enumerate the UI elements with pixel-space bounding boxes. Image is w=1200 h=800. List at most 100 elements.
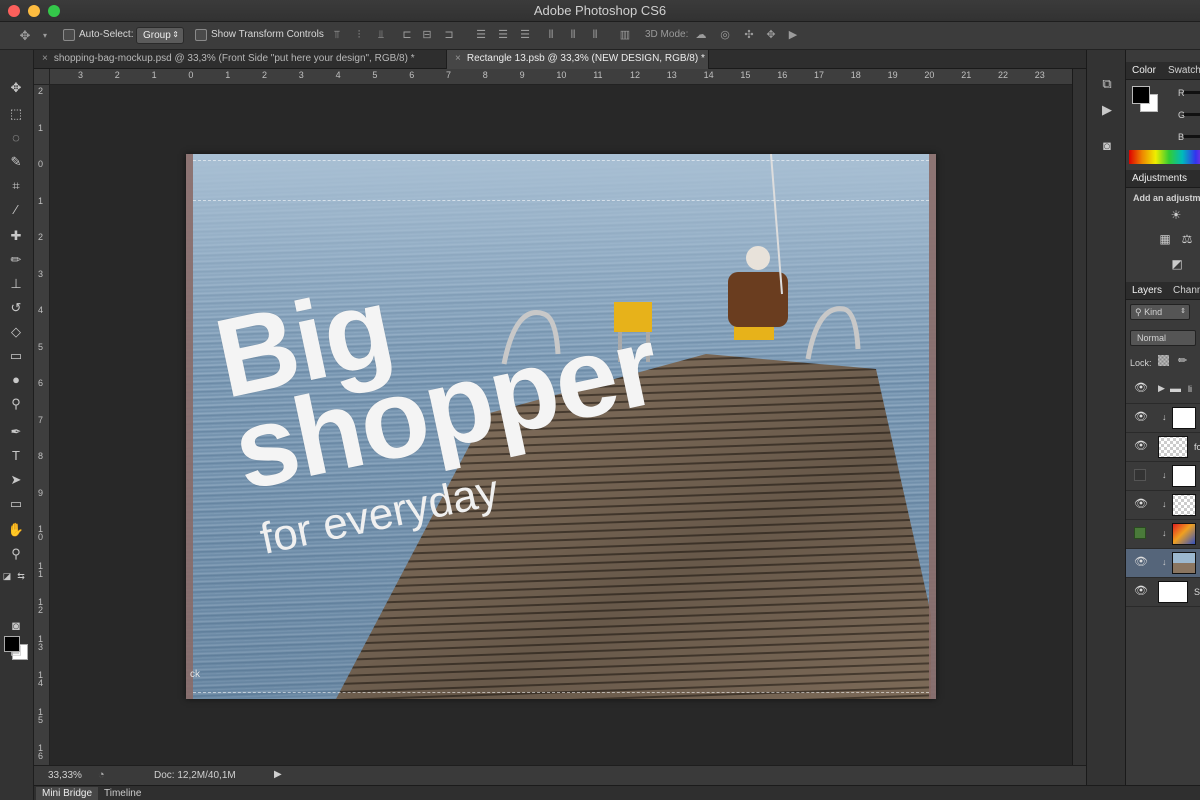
path-selection-tool-icon[interactable]: ➤	[5, 470, 27, 490]
distribute-right-icon[interactable]: ⦀	[588, 28, 602, 43]
zoom-level[interactable]: 33,33%	[48, 770, 82, 781]
red-slider[interactable]	[1184, 91, 1200, 94]
marquee-tool-icon[interactable]: ⬚	[5, 104, 27, 124]
close-tab-icon[interactable]: ×	[455, 53, 461, 64]
align-horizontal-centers-icon[interactable]: ⊟	[420, 28, 434, 43]
tab-color[interactable]: Color	[1132, 65, 1156, 76]
eraser-tool-icon[interactable]: ◇	[5, 322, 27, 342]
status-info-icon[interactable]: ◔	[98, 769, 105, 781]
distribute-left-icon[interactable]: ⦀	[544, 28, 558, 43]
layer-filter-kind-select[interactable]: ⚲ Kind ⇕	[1130, 304, 1190, 320]
default-colors-icon[interactable]: ◪	[2, 566, 12, 586]
distribute-horizontal-icon[interactable]: ⦀	[566, 28, 580, 43]
ruler-origin[interactable]	[34, 69, 50, 85]
distribute-centers-icon[interactable]: ☰	[496, 28, 510, 43]
roll-3d-icon[interactable]: ◎	[718, 28, 732, 43]
color-spectrum-ramp[interactable]	[1129, 150, 1200, 164]
slide-3d-icon[interactable]: ✥	[764, 28, 778, 43]
vertical-scrollbar[interactable]	[1072, 69, 1086, 765]
blue-slider[interactable]	[1184, 135, 1200, 138]
quick-mask-icon[interactable]: ◙	[5, 616, 27, 636]
tab-rectangle-13[interactable]: × Rectangle 13.psb @ 33,3% (NEW DESIGN, R…	[447, 50, 709, 69]
color-balance-icon[interactable]: ⚖	[1180, 232, 1194, 246]
layer-row[interactable]: 👁 S	[1126, 578, 1200, 607]
lock-image-pixels-icon[interactable]: ✏	[1178, 354, 1187, 367]
foreground-color-swatch[interactable]	[4, 636, 20, 652]
visibility-toggle-off[interactable]	[1134, 469, 1146, 481]
move-tool-icon[interactable]: ✥	[5, 78, 27, 98]
history-brush-tool-icon[interactable]: ↺	[5, 298, 27, 318]
tab-timeline[interactable]: Timeline	[98, 787, 147, 800]
vertical-ruler[interactable]: 2101234567891 01 11 21 31 41 51 6	[34, 85, 50, 765]
horizontal-ruler[interactable]: 3 2 1 0 1 2 3 4 5 6 7 8 9 10 11 12 13 14 15 16 17 18 19 20 21 22 2…	[50, 69, 1072, 85]
group-expand-arrow-icon[interactable]: ▶	[1158, 383, 1165, 394]
auto-align-layers-icon[interactable]: ▥	[618, 28, 632, 43]
tool-preset-dropdown-icon[interactable]: ▾	[38, 28, 52, 43]
tab-mini-bridge[interactable]: Mini Bridge	[36, 787, 99, 800]
auto-select-target-select[interactable]: Group ⇕	[136, 27, 184, 44]
tab-layers[interactable]: Layers	[1132, 285, 1162, 296]
align-left-edges-icon[interactable]: ⊏	[400, 28, 414, 43]
move-tool-icon[interactable]: ✥	[18, 28, 32, 43]
auto-select-checkbox[interactable]	[63, 29, 75, 41]
visibility-toggle-highlighted[interactable]	[1134, 527, 1146, 539]
align-vertical-centers-icon[interactable]: ⫶	[352, 28, 366, 43]
zoom-tool-icon[interactable]: ⚲	[5, 544, 27, 564]
visibility-eye-icon[interactable]: 👁	[1134, 382, 1148, 394]
green-slider[interactable]	[1184, 113, 1200, 116]
lasso-tool-icon[interactable]: ◌	[5, 128, 27, 148]
hand-tool-icon[interactable]: ✋	[5, 520, 27, 540]
layer-row[interactable]: ↓	[1126, 520, 1200, 549]
distribute-top-icon[interactable]: ☰	[474, 28, 488, 43]
swap-colors-icon[interactable]: ⇆	[16, 566, 26, 586]
align-top-edges-icon[interactable]: ⫪	[330, 28, 344, 43]
photo-filter-icon[interactable]: ◩	[1170, 257, 1184, 271]
close-tab-icon[interactable]: ×	[42, 53, 48, 64]
align-bottom-edges-icon[interactable]: ⫫	[374, 28, 388, 43]
shape-tool-icon[interactable]: ▭	[5, 494, 27, 514]
clone-stamp-tool-icon[interactable]: ⊥	[5, 274, 27, 294]
layer-row[interactable]: ↓	[1126, 462, 1200, 491]
brush-tool-icon[interactable]: ✏	[5, 250, 27, 270]
visibility-eye-icon[interactable]: 👁	[1134, 585, 1148, 597]
tab-channels[interactable]: Channels	[1173, 285, 1200, 296]
gradient-tool-icon[interactable]: ▭	[5, 346, 27, 366]
show-transform-controls-checkbox[interactable]	[195, 29, 207, 41]
hue-saturation-icon[interactable]: ▦	[1158, 232, 1172, 246]
color-panel-foreground-swatch[interactable]	[1132, 86, 1150, 104]
visibility-eye-icon[interactable]: 👁	[1134, 556, 1148, 568]
blur-tool-icon[interactable]: ●	[5, 370, 27, 390]
type-tool-icon[interactable]: T	[5, 446, 27, 466]
history-panel-icon[interactable]: ⧉	[1099, 76, 1115, 92]
crop-tool-icon[interactable]: ⌗	[5, 176, 27, 196]
dodge-tool-icon[interactable]: ⚲	[5, 394, 27, 414]
layer-row[interactable]: 👁 fo	[1126, 433, 1200, 462]
layer-row-selected[interactable]: 👁 ↓	[1126, 549, 1200, 578]
document-canvas[interactable]: Big shopper for everyday ck	[186, 154, 936, 699]
align-right-edges-icon[interactable]: ⊐	[442, 28, 456, 43]
tab-swatches[interactable]: Swatches	[1168, 65, 1200, 76]
visibility-eye-icon[interactable]: 👁	[1134, 411, 1148, 423]
quick-selection-tool-icon[interactable]: ✎	[5, 152, 27, 172]
visibility-eye-icon[interactable]: 👁	[1134, 440, 1148, 452]
actions-panel-icon[interactable]: ▶	[1099, 102, 1115, 118]
lock-transparent-pixels-icon[interactable]	[1158, 355, 1169, 366]
scale-3d-icon[interactable]: ▶	[786, 28, 800, 43]
tab-adjustments[interactable]: Adjustments	[1132, 173, 1187, 184]
tab-shopping-bag-mockup[interactable]: × shopping-bag-mockup.psd @ 33,3% (Front …	[34, 50, 447, 69]
blend-mode-select[interactable]: Normal	[1130, 330, 1196, 346]
healing-brush-tool-icon[interactable]: ✚	[5, 226, 27, 246]
layer-row[interactable]: 👁 ↓	[1126, 491, 1200, 520]
eyedropper-tool-icon[interactable]: ⁄	[5, 200, 27, 220]
distribute-bottom-icon[interactable]: ☰	[518, 28, 532, 43]
canvas-workspace[interactable]: Big shopper for everyday ck	[50, 85, 1072, 765]
pen-tool-icon[interactable]: ✒	[5, 422, 27, 442]
visibility-eye-icon[interactable]: 👁	[1134, 498, 1148, 510]
rotate-3d-icon[interactable]: ☁	[694, 28, 708, 43]
brightness-contrast-icon[interactable]: ☀	[1169, 208, 1183, 222]
drag-3d-icon[interactable]: ✣	[742, 28, 756, 43]
status-menu-arrow-icon[interactable]: ▶	[274, 769, 282, 780]
layer-row[interactable]: 👁 ↓	[1126, 404, 1200, 433]
properties-panel-icon[interactable]: ◙	[1099, 138, 1115, 154]
layer-row[interactable]: 👁 ▶ ▬ li	[1126, 375, 1200, 404]
